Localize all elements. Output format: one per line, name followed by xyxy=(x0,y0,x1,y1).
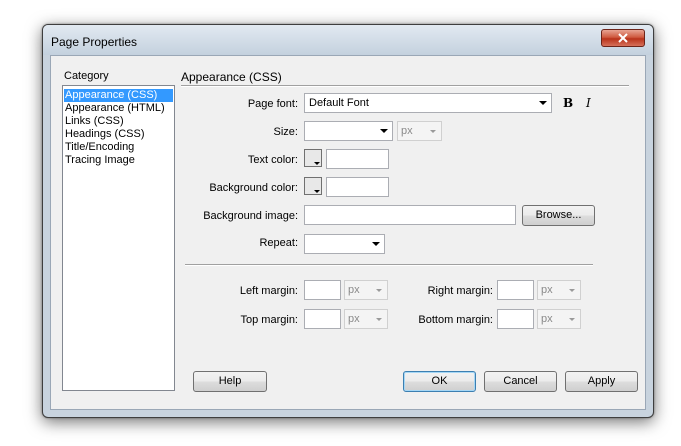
size-label: Size: xyxy=(273,126,298,138)
size-unit-select[interactable]: px xyxy=(397,121,442,141)
chevron-down-icon xyxy=(569,318,575,321)
right-margin-unit-select[interactable]: px xyxy=(537,280,581,300)
section-title: Appearance (CSS) xyxy=(181,70,282,84)
page-font-select[interactable]: Default Font xyxy=(304,93,552,113)
repeat-select[interactable] xyxy=(304,234,385,254)
background-image-input[interactable] xyxy=(304,205,516,225)
title-bar[interactable]: Page Properties xyxy=(43,25,653,55)
top-margin-unit-select[interactable]: px xyxy=(344,309,388,329)
background-color-input[interactable] xyxy=(326,177,389,197)
background-color-picker[interactable] xyxy=(304,177,322,195)
chevron-down-icon xyxy=(372,242,380,246)
right-margin-input[interactable] xyxy=(497,280,534,300)
chevron-down-icon xyxy=(376,289,382,292)
text-color-label: Text color: xyxy=(247,154,298,166)
category-item-appearance-css[interactable]: Appearance (CSS) xyxy=(64,89,173,102)
category-item-headings-css[interactable]: Headings (CSS) xyxy=(64,128,173,141)
bottom-margin-unit-select[interactable]: px xyxy=(537,309,581,329)
cancel-button[interactable]: Cancel xyxy=(484,371,557,392)
bottom-margin-input[interactable] xyxy=(497,309,534,329)
background-color-label: Background color: xyxy=(209,182,298,194)
left-margin-unit-select[interactable]: px xyxy=(344,280,388,300)
window-title: Page Properties xyxy=(51,35,138,49)
category-item-tracing-image[interactable]: Tracing Image xyxy=(64,154,173,167)
section-divider xyxy=(181,85,629,87)
italic-button[interactable]: I xyxy=(586,96,591,110)
apply-button[interactable]: Apply xyxy=(565,371,638,392)
top-margin-label: Top margin: xyxy=(240,314,298,326)
category-label: Category xyxy=(64,70,109,82)
close-button[interactable] xyxy=(601,29,645,47)
chevron-down-icon xyxy=(539,101,547,105)
size-select[interactable] xyxy=(304,121,393,141)
chevron-down-icon xyxy=(376,318,382,321)
color-picker-arrow-icon xyxy=(314,162,320,165)
category-item-appearance-html[interactable]: Appearance (HTML) xyxy=(64,102,173,115)
left-margin-label: Left margin: xyxy=(239,285,298,297)
color-picker-arrow-icon xyxy=(314,190,320,193)
category-item-title-encoding[interactable]: Title/Encoding xyxy=(64,141,173,154)
text-color-input[interactable] xyxy=(326,149,389,169)
chevron-down-icon xyxy=(380,129,388,133)
bottom-margin-label: Bottom margin: xyxy=(418,314,493,326)
chevron-down-icon xyxy=(430,130,436,133)
page-properties-dialog: Page Properties Category Appearance (CSS… xyxy=(42,24,654,418)
margins-divider xyxy=(185,264,593,266)
chevron-down-icon xyxy=(569,289,575,292)
repeat-label: Repeat: xyxy=(259,237,298,249)
close-icon xyxy=(618,33,628,43)
left-margin-input[interactable] xyxy=(304,280,341,300)
bold-button[interactable]: B xyxy=(563,96,573,110)
dialog-body: Category Appearance (CSS) Appearance (HT… xyxy=(50,55,646,410)
size-unit-value: px xyxy=(401,125,413,137)
ok-button[interactable]: OK xyxy=(403,371,476,392)
page-font-value: Default Font xyxy=(309,97,369,109)
background-image-label: Background image: xyxy=(203,210,298,222)
category-list[interactable]: Appearance (CSS) Appearance (HTML) Links… xyxy=(62,85,175,391)
page-font-label: Page font: xyxy=(247,98,298,110)
browse-button[interactable]: Browse... xyxy=(522,205,595,226)
right-margin-label: Right margin: xyxy=(427,285,493,297)
top-margin-input[interactable] xyxy=(304,309,341,329)
text-color-picker[interactable] xyxy=(304,149,322,167)
help-button[interactable]: Help xyxy=(193,371,267,392)
category-item-links-css[interactable]: Links (CSS) xyxy=(64,115,173,128)
